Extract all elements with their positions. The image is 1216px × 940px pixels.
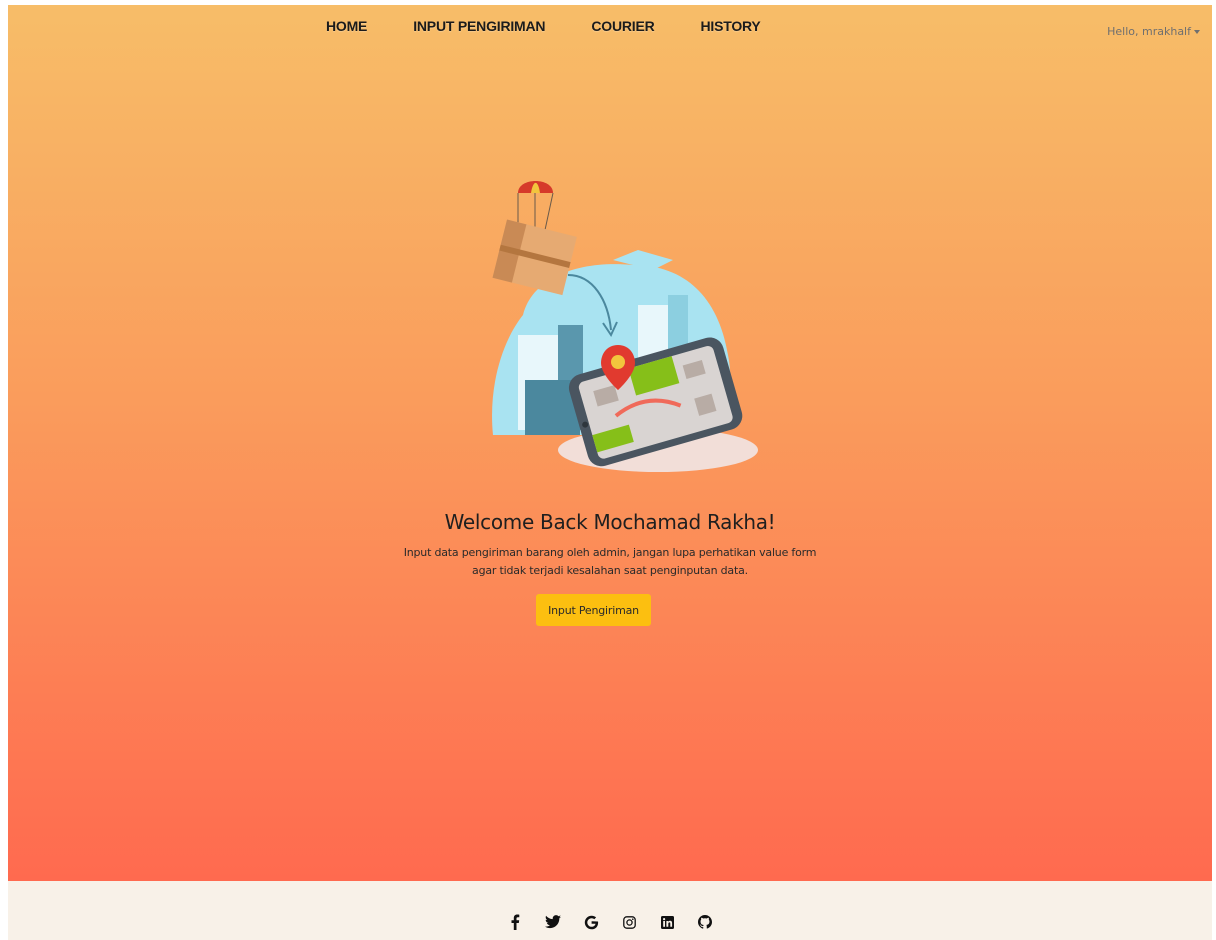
main-nav: HOME INPUT PENGIRIMAN COURIER HISTORY [326, 18, 761, 34]
nav-item-history[interactable]: HISTORY [701, 18, 761, 34]
parachute-string-3 [544, 192, 554, 231]
linkedin-icon[interactable] [648, 912, 686, 932]
user-menu-dropdown[interactable]: Hello, mrakhalf [1107, 25, 1200, 38]
input-pengiriman-button[interactable]: Input Pengiriman [536, 594, 651, 626]
hero-section: HOME INPUT PENGIRIMAN COURIER HISTORY He… [8, 5, 1212, 881]
google-icon[interactable] [572, 912, 610, 932]
instagram-icon[interactable] [610, 912, 648, 932]
github-icon[interactable] [686, 912, 724, 932]
social-links [496, 912, 724, 932]
twitter-icon[interactable] [534, 912, 572, 932]
location-pin-dot [611, 355, 625, 369]
nav-item-home[interactable]: HOME [326, 18, 367, 34]
facebook-icon[interactable] [496, 912, 534, 932]
welcome-title: Welcome Back Mochamad Rakha! [444, 510, 776, 534]
nav-item-courier[interactable]: COURIER [591, 18, 654, 34]
footer [8, 881, 1212, 940]
welcome-description: Input data pengiriman barang oleh admin,… [403, 546, 817, 577]
page-frame: HOME INPUT PENGIRIMAN COURIER HISTORY He… [8, 5, 1212, 940]
parcel-delivery-illustration [492, 181, 758, 472]
nav-item-input-pengiriman[interactable]: INPUT PENGIRIMAN [413, 18, 545, 34]
caret-down-icon [1194, 29, 1200, 34]
user-greeting: Hello, mrakhalf [1107, 25, 1191, 38]
